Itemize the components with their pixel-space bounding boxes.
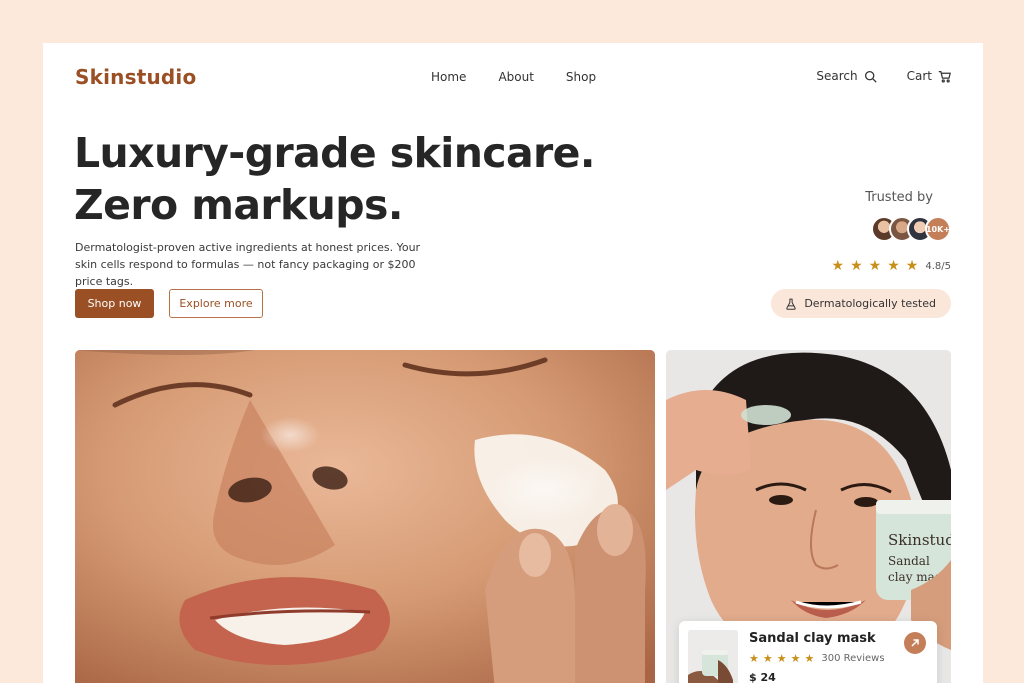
search-label: Search xyxy=(816,69,858,83)
shop-now-button[interactable]: Shop now xyxy=(75,289,154,318)
cart-button[interactable]: Cart xyxy=(907,69,951,83)
customer-avatars: 10K+ xyxy=(871,216,951,242)
dermatologically-tested-badge: Dermatologically tested xyxy=(771,289,951,318)
arrow-up-right-icon xyxy=(911,639,919,647)
star-icon: ★ xyxy=(887,258,900,274)
star-icon: ★ xyxy=(905,258,919,274)
nav-shop-link[interactable]: Shop xyxy=(566,70,596,84)
rating-value: 4.8/5 xyxy=(925,260,951,272)
landing-page: Skinstudio Home About Shop Search Cart L… xyxy=(43,43,983,683)
open-product-button[interactable] xyxy=(904,632,926,654)
star-icon: ★ xyxy=(804,652,815,665)
utility-nav: Search Cart xyxy=(816,69,951,83)
cart-label: Cart xyxy=(906,69,932,83)
star-icon: ★ xyxy=(850,258,863,274)
hero-title: Luxury-grade skincare. Zero markups. xyxy=(74,127,595,231)
product-price: $ 24 xyxy=(749,671,776,683)
product-thumbnail xyxy=(688,630,738,683)
product-card[interactable]: Sandal clay mask ★ ★ ★ ★ ★ 300 Reviews $… xyxy=(679,621,937,683)
brand-logo[interactable]: Skinstudio xyxy=(75,65,196,89)
hero-subtitle: Dermatologist-proven active ingredients … xyxy=(75,241,421,288)
hero-title-line-2: Zero markups. xyxy=(74,181,403,229)
star-icon: ★ xyxy=(749,652,759,665)
star-icon: ★ xyxy=(831,258,845,274)
trusted-by-label: Trusted by xyxy=(865,190,933,205)
main-nav: Home About Shop xyxy=(431,70,596,84)
star-icon: ★ xyxy=(762,652,773,665)
hero-title-line-1: Luxury-grade skincare. xyxy=(74,129,595,177)
nav-about-link[interactable]: About xyxy=(498,70,533,84)
customer-count-badge: 10K+ xyxy=(925,216,951,242)
flask-icon xyxy=(786,298,797,310)
star-icon: ★ xyxy=(776,652,787,665)
jar-thumbnail-illustration xyxy=(688,630,738,683)
badge-label: Dermatologically tested xyxy=(804,297,936,310)
product-name[interactable]: Sandal clay mask xyxy=(749,631,876,646)
cart-icon xyxy=(938,70,951,83)
jar-line-1: Sandal xyxy=(888,554,930,568)
product-rating: ★ ★ ★ ★ ★ 300 Reviews xyxy=(749,653,885,664)
nav-home-link[interactable]: Home xyxy=(431,70,466,84)
search-button[interactable]: Search xyxy=(816,69,877,83)
star-icon: ★ xyxy=(790,652,801,665)
hero-image-face-closeup xyxy=(75,350,655,683)
explore-more-button[interactable]: Explore more xyxy=(169,289,263,318)
rating-stars: ★ ★ ★ ★ ★ xyxy=(832,259,919,273)
review-count[interactable]: 300 Reviews xyxy=(821,653,884,664)
jar-brand-text: Skinstudio xyxy=(888,531,951,549)
star-icon: ★ xyxy=(868,258,882,274)
search-icon xyxy=(864,70,877,83)
overall-rating: ★ ★ ★ ★ ★ 4.8/5 xyxy=(832,259,951,273)
face-closeup-illustration xyxy=(75,350,655,683)
